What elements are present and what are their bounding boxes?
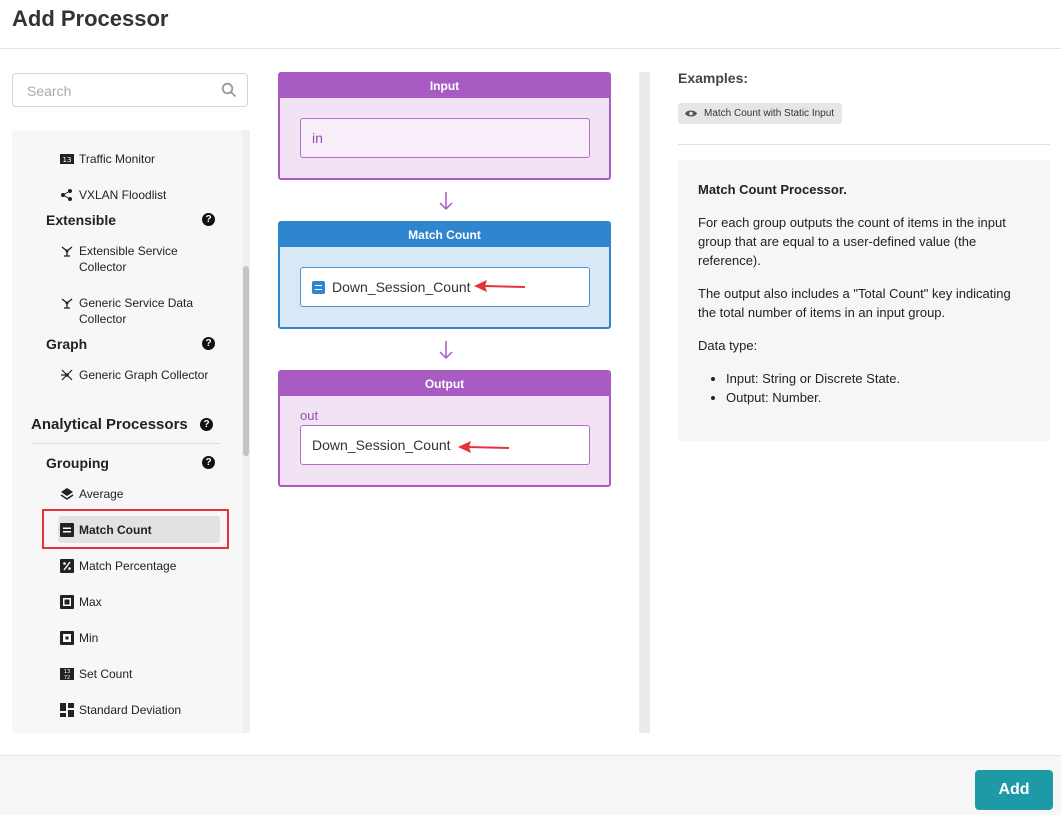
section-divider [31,443,220,444]
input-node[interactable]: Input in [278,72,611,180]
collector-icon [61,298,73,309]
help-icon[interactable]: ? [200,418,213,431]
tree-scrollbar[interactable] [242,130,250,733]
tree-item-label: Traffic Monitor [79,152,156,166]
data-type-list: Input: String or Discrete State. Output:… [698,369,1030,407]
layers-icon [60,488,74,500]
flow-arrow-down-icon [439,341,453,360]
tree-item-max[interactable]: Max [60,594,102,610]
list-item: Output: Number. [726,388,1030,407]
tree-item-label: Max [79,595,102,609]
tree-item-label: Standard Deviation [79,703,182,717]
dialog-footer [0,755,1061,815]
description-paragraph: The output also includes a "Total Count"… [698,286,1011,320]
tree-item-label: Match Percentage [79,559,177,573]
tree-item-label: Min [79,631,99,645]
add-button[interactable]: Add [975,770,1053,810]
search-box[interactable] [12,73,248,107]
tree-item-generic-service-data-collector[interactable]: Generic Service Data Collector [60,295,209,327]
tree-item-label: Generic Service Data Collector [79,296,194,326]
search-input[interactable] [25,82,219,100]
collector-icon [61,246,73,257]
output-stream-label: out [300,408,319,423]
help-icon[interactable]: ? [202,213,215,226]
equals-icon [312,280,325,294]
tree-item-extensible-service-collector[interactable]: Extensible Service Collector [60,243,209,275]
output-node-header: Output [280,372,609,396]
description-paragraph: For each group outputs the count of item… [698,215,1006,268]
max-icon [60,595,74,609]
match-count-node-header: Match Count [280,223,609,247]
scrollbar-thumb[interactable] [243,266,249,456]
eye-icon [685,110,697,117]
header-divider [0,48,1061,49]
help-icon[interactable]: ? [202,456,215,469]
percent-icon [60,559,74,573]
processor-description: Match Count Processor. For each group ou… [678,160,1050,441]
match-count-field-value: Down_Session_Count [332,279,471,295]
example-chip[interactable]: Match Count with Static Input [678,103,843,124]
tree-item-standard-deviation[interactable]: Standard Deviation [60,702,181,718]
annotation-arrow-icon [474,280,526,292]
tree-item-traffic-monitor[interactable]: 13 Traffic Monitor [60,151,155,167]
selection-annotation-box [42,509,229,549]
section-title-analytical-processors: Analytical Processors [31,416,188,433]
grid-icon [60,703,74,717]
examples-divider [678,144,1050,145]
panel-separator [639,72,650,733]
processor-tree: 13 Traffic Monitor VXLAN Floodlist Exten… [12,130,242,733]
help-icon[interactable]: ? [202,337,215,350]
search-icon[interactable] [221,82,237,98]
annotation-arrow-icon [458,441,510,453]
match-count-node[interactable]: Match Count Down_Session_Count [278,221,611,329]
network-nodes-icon [61,189,72,201]
group-title-graph: Graph [46,336,88,352]
description-title: Match Count Processor. [698,182,847,197]
tree-item-label: Generic Graph Collector [79,368,209,382]
graph-nodes-icon [61,369,73,381]
examples-label: Examples: [678,70,749,86]
output-node[interactable]: Output out Down_Session_Count [278,370,611,487]
counter-icon: 1372 [60,668,74,681]
counter-icon: 13 [60,154,74,164]
flow-arrow-down-icon [439,192,453,211]
output-stream-field[interactable]: Down_Session_Count [300,425,590,465]
tree-item-set-count[interactable]: 13 72 Set Count [60,666,132,682]
tree-item-label: VXLAN Floodlist [79,188,167,202]
group-title-grouping: Grouping [46,455,109,471]
svg-text:72: 72 [64,675,70,681]
tree-item-min[interactable]: Min [60,630,98,646]
tree-item-average[interactable]: Average [60,486,123,502]
tree-item-match-percentage[interactable]: Match Percentage [60,558,176,574]
input-node-header: Input [280,74,609,98]
tree-item-vxlan-floodlist[interactable]: VXLAN Floodlist [60,187,166,203]
tree-item-label: Average [79,487,124,501]
page-title: Add Processor [12,6,169,31]
tree-item-label: Set Count [79,667,133,681]
tree-item-generic-graph-collector[interactable]: Generic Graph Collector [60,367,208,383]
group-title-extensible: Extensible [46,212,117,228]
description-paragraph: Data type: [698,338,758,353]
match-count-field[interactable]: Down_Session_Count [300,267,590,307]
min-icon [60,631,74,645]
tree-item-label: Extensible Service Collector [79,244,178,274]
example-chip-label: Match Count with Static Input [704,108,835,119]
list-item: Input: String or Discrete State. [726,369,1030,388]
svg-text:13: 13 [63,156,72,164]
input-stream-field[interactable]: in [300,118,590,158]
